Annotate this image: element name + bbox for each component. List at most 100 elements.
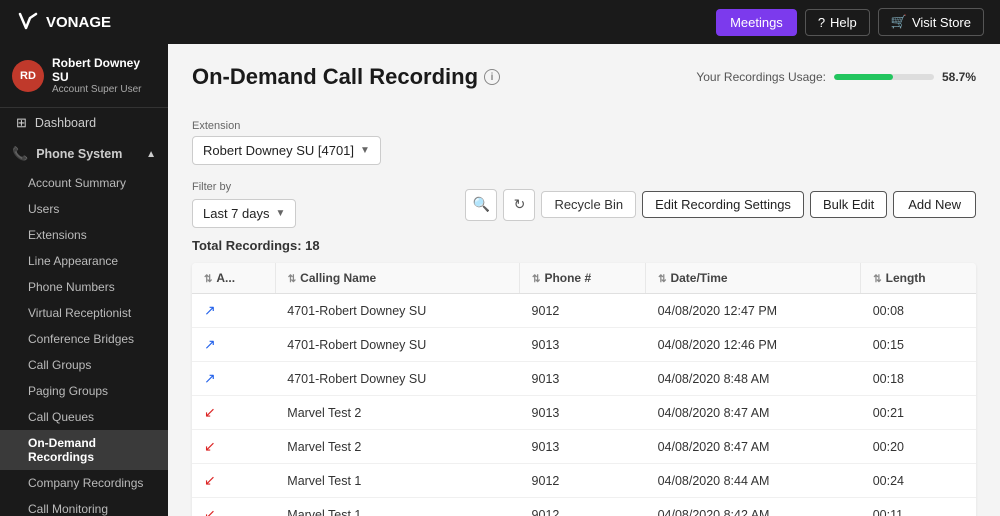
total-recordings-label: Total Recordings: bbox=[192, 238, 305, 253]
usage-section: Your Recordings Usage: 58.7% bbox=[696, 70, 976, 84]
sidebar-item-phone-system[interactable]: 📞 Phone System ▲ bbox=[0, 138, 168, 170]
cell-datetime: 04/08/2020 8:47 AM bbox=[646, 396, 861, 430]
sidebar-item-paging-groups[interactable]: Paging Groups bbox=[0, 378, 168, 404]
search-icon: 🔍 bbox=[473, 196, 490, 213]
col-calling-name[interactable]: ⇅Calling Name bbox=[275, 263, 519, 294]
sidebar-item-on-demand-recordings[interactable]: On-Demand Recordings bbox=[0, 430, 168, 470]
filter-left: Filter by Last 7 days ▼ bbox=[192, 181, 296, 228]
sidebar-item-label: On-Demand Recordings bbox=[28, 436, 96, 464]
usage-percent: 58.7% bbox=[942, 70, 976, 84]
sort-icon: ⇅ bbox=[288, 274, 296, 285]
phone-icon: 📞 bbox=[12, 146, 28, 162]
cell-length: 00:18 bbox=[861, 362, 976, 396]
visit-store-button[interactable]: 🛒 Visit Store bbox=[878, 8, 984, 36]
sidebar-section-label: Phone System bbox=[36, 147, 122, 161]
usage-label: Your Recordings Usage: bbox=[696, 70, 826, 84]
add-new-button[interactable]: Add New bbox=[893, 191, 976, 218]
cell-phone: 9013 bbox=[520, 362, 646, 396]
sidebar-item-call-monitoring[interactable]: Call Monitoring bbox=[0, 496, 168, 516]
sidebar-item-conference-bridges[interactable]: Conference Bridges bbox=[0, 326, 168, 352]
search-button[interactable]: 🔍 bbox=[465, 189, 497, 221]
sidebar: RD Robert Downey SU Account Super User ⊞… bbox=[0, 44, 168, 516]
filter-selector[interactable]: Last 7 days ▼ bbox=[192, 199, 296, 228]
bulk-edit-button[interactable]: Bulk Edit bbox=[810, 191, 887, 218]
table-row[interactable]: ↙ Marvel Test 1 9012 04/08/2020 8:42 AM … bbox=[192, 498, 976, 516]
sort-icon: ⇅ bbox=[532, 274, 540, 285]
cell-length: 00:08 bbox=[861, 294, 976, 328]
table-row[interactable]: ↗ 4701-Robert Downey SU 9013 04/08/2020 … bbox=[192, 362, 976, 396]
cell-calling-name: 4701-Robert Downey SU bbox=[275, 328, 519, 362]
sidebar-item-label: Call Monitoring bbox=[28, 502, 108, 516]
meetings-button[interactable]: Meetings bbox=[716, 9, 797, 36]
cell-datetime: 04/08/2020 8:42 AM bbox=[646, 498, 861, 516]
store-icon: 🛒 bbox=[891, 14, 907, 30]
cell-phone: 9013 bbox=[520, 430, 646, 464]
sidebar-item-call-queues[interactable]: Call Queues bbox=[0, 404, 168, 430]
cell-phone: 9012 bbox=[520, 464, 646, 498]
logo-text: VONAGE bbox=[46, 14, 111, 31]
user-info: Robert Downey SU Account Super User bbox=[52, 56, 156, 95]
sidebar-item-virtual-receptionist[interactable]: Virtual Receptionist bbox=[0, 300, 168, 326]
top-nav: VONAGE Meetings ? Help 🛒 Visit Store bbox=[0, 0, 1000, 44]
sidebar-item-label: Extensions bbox=[28, 228, 87, 242]
edit-recording-settings-button[interactable]: Edit Recording Settings bbox=[642, 191, 804, 218]
sidebar-item-dashboard[interactable]: ⊞ Dashboard bbox=[0, 108, 168, 138]
sidebar-item-label: Dashboard bbox=[35, 116, 96, 130]
table-row[interactable]: ↗ 4701-Robert Downey SU 9012 04/08/2020 … bbox=[192, 294, 976, 328]
table-header: ⇅A... ⇅Calling Name ⇅Phone # ⇅Date/Time … bbox=[192, 263, 976, 294]
cell-phone: 9012 bbox=[520, 498, 646, 516]
total-recordings: Total Recordings: 18 bbox=[192, 238, 976, 253]
sidebar-item-call-groups[interactable]: Call Groups bbox=[0, 352, 168, 378]
total-recordings-count: 18 bbox=[305, 238, 319, 253]
table-row[interactable]: ↙ Marvel Test 2 9013 04/08/2020 8:47 AM … bbox=[192, 396, 976, 430]
info-icon[interactable]: i bbox=[484, 69, 500, 85]
sidebar-item-phone-numbers[interactable]: Phone Numbers bbox=[0, 274, 168, 300]
vonage-logo-icon bbox=[16, 10, 40, 34]
sidebar-item-users[interactable]: Users bbox=[0, 196, 168, 222]
filter-value: Last 7 days bbox=[203, 206, 270, 221]
top-nav-actions: Meetings ? Help 🛒 Visit Store bbox=[716, 8, 984, 36]
filter-label: Filter by bbox=[192, 181, 296, 193]
cell-direction: ↙ bbox=[192, 498, 275, 516]
cell-calling-name: Marvel Test 2 bbox=[275, 430, 519, 464]
cell-calling-name: 4701-Robert Downey SU bbox=[275, 294, 519, 328]
help-button[interactable]: ? Help bbox=[805, 9, 870, 36]
col-length[interactable]: ⇅Length bbox=[861, 263, 976, 294]
chevron-up-icon: ▲ bbox=[146, 149, 156, 160]
cell-direction: ↙ bbox=[192, 464, 275, 498]
logo: VONAGE bbox=[16, 10, 111, 34]
cell-length: 00:11 bbox=[861, 498, 976, 516]
col-arrow[interactable]: ⇅A... bbox=[192, 263, 275, 294]
col-datetime[interactable]: ⇅Date/Time bbox=[646, 263, 861, 294]
avatar: RD bbox=[12, 60, 44, 92]
table-row[interactable]: ↙ Marvel Test 1 9012 04/08/2020 8:44 AM … bbox=[192, 464, 976, 498]
main-layout: RD Robert Downey SU Account Super User ⊞… bbox=[0, 44, 1000, 516]
sort-icon: ⇅ bbox=[658, 274, 666, 285]
recycle-bin-button[interactable]: Recycle Bin bbox=[541, 191, 636, 218]
usage-bar bbox=[834, 74, 934, 80]
recordings-table: ⇅A... ⇅Calling Name ⇅Phone # ⇅Date/Time … bbox=[192, 263, 976, 516]
table-row[interactable]: ↙ Marvel Test 2 9013 04/08/2020 8:47 AM … bbox=[192, 430, 976, 464]
cell-datetime: 04/08/2020 12:47 PM bbox=[646, 294, 861, 328]
cell-length: 00:15 bbox=[861, 328, 976, 362]
sidebar-item-line-appearance[interactable]: Line Appearance bbox=[0, 248, 168, 274]
usage-bar-fill bbox=[834, 74, 893, 80]
cell-phone: 9013 bbox=[520, 328, 646, 362]
sidebar-item-extensions[interactable]: Extensions bbox=[0, 222, 168, 248]
cell-direction: ↙ bbox=[192, 430, 275, 464]
sidebar-item-label: Paging Groups bbox=[28, 384, 108, 398]
extension-section: Extension Robert Downey SU [4701] ▼ bbox=[192, 120, 976, 165]
table-header-row: ⇅A... ⇅Calling Name ⇅Phone # ⇅Date/Time … bbox=[192, 263, 976, 294]
user-name: Robert Downey SU bbox=[52, 56, 156, 84]
col-phone[interactable]: ⇅Phone # bbox=[520, 263, 646, 294]
cell-length: 00:21 bbox=[861, 396, 976, 430]
sidebar-item-account-summary[interactable]: Account Summary bbox=[0, 170, 168, 196]
table-row[interactable]: ↗ 4701-Robert Downey SU 9013 04/08/2020 … bbox=[192, 328, 976, 362]
extension-selector[interactable]: Robert Downey SU [4701] ▼ bbox=[192, 136, 381, 165]
filter-section: Filter by Last 7 days ▼ bbox=[192, 181, 296, 228]
content-area: On-Demand Call Recording i Your Recordin… bbox=[168, 44, 1000, 516]
refresh-button[interactable]: ↻ bbox=[503, 189, 535, 221]
cell-calling-name: Marvel Test 1 bbox=[275, 464, 519, 498]
cell-phone: 9013 bbox=[520, 396, 646, 430]
sidebar-item-company-recordings[interactable]: Company Recordings bbox=[0, 470, 168, 496]
